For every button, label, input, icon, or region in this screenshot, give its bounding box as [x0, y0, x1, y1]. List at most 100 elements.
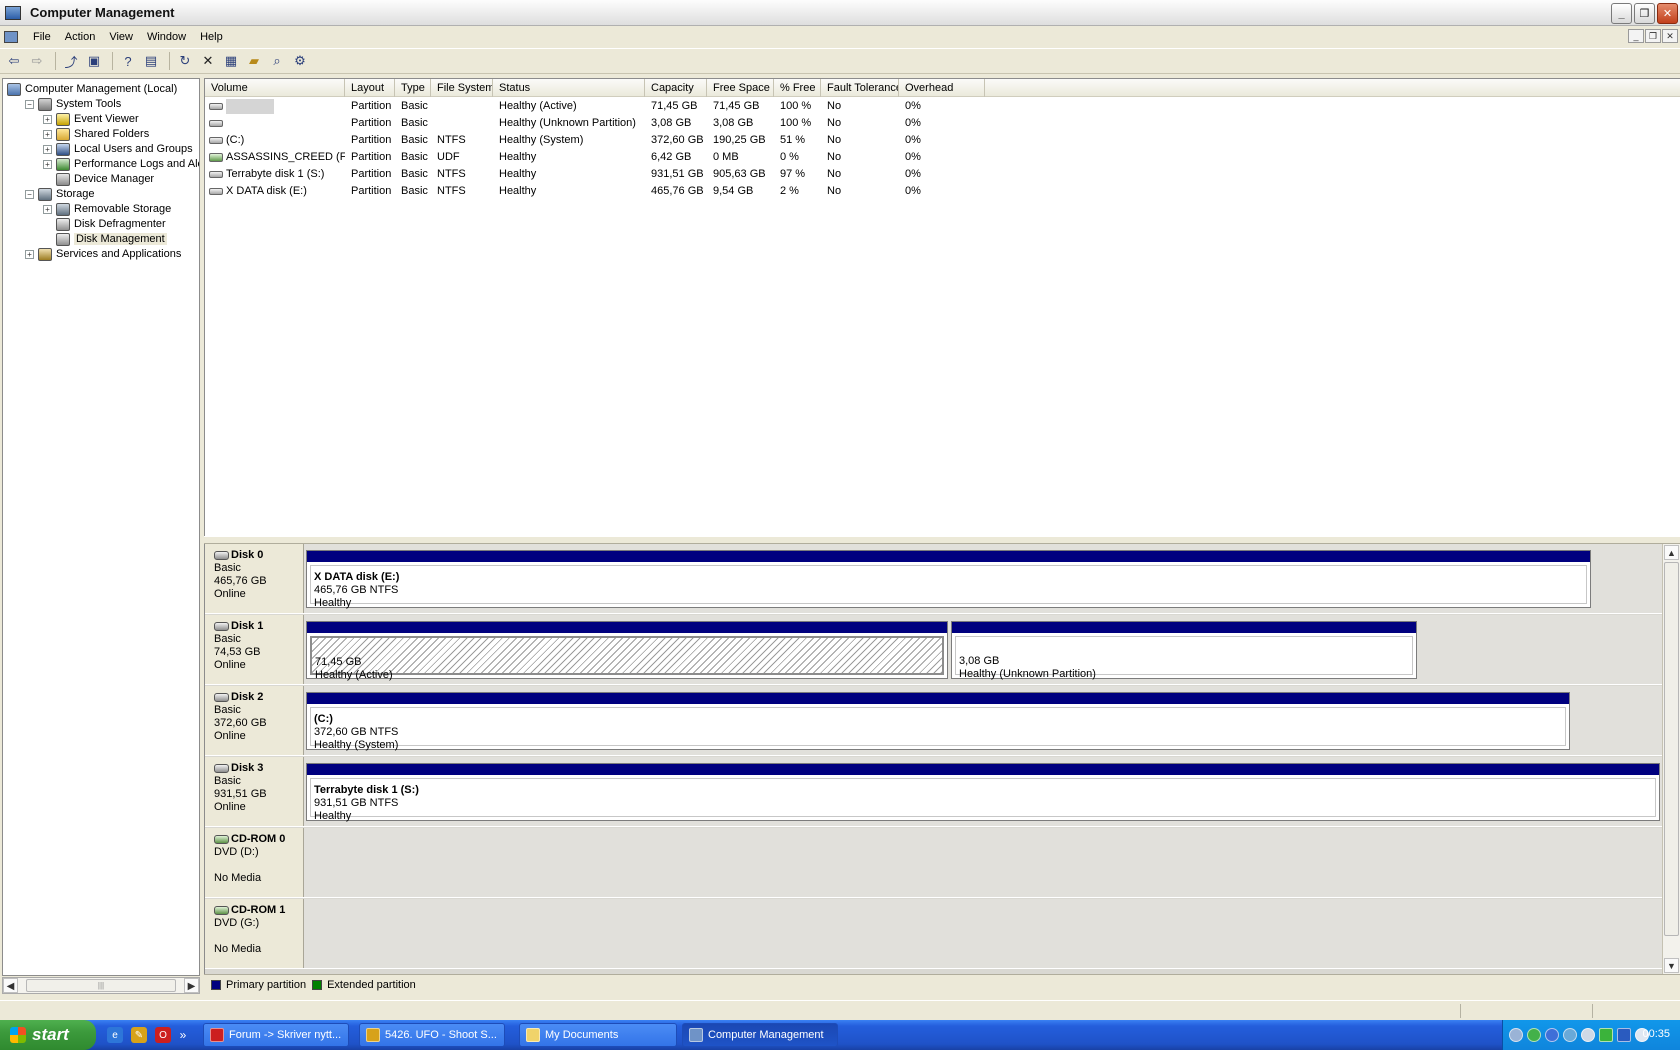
properties-icon[interactable]: ▤	[141, 51, 161, 71]
column-header-type[interactable]: Type	[395, 79, 431, 97]
menu-window[interactable]: Window	[140, 31, 193, 43]
column-header-capacity[interactable]: Capacity	[645, 79, 707, 97]
partition[interactable]: 71,45 GB Healthy (Active)	[306, 621, 948, 681]
scroll-left-icon[interactable]: ◀	[3, 978, 18, 993]
menu-action[interactable]: Action	[58, 31, 103, 43]
disk-info[interactable]: Disk 3 Basic 931,51 GB Online	[205, 757, 304, 826]
disk-info[interactable]: Disk 0 Basic 465,76 GB Online	[205, 544, 304, 613]
column-header-status[interactable]: Status	[493, 79, 645, 97]
taskbar-item-ufo[interactable]: 5426. UFO - Shoot S...	[359, 1023, 505, 1047]
tree-item-removable-storage[interactable]: + Removable Storage	[43, 201, 171, 217]
tree-expander-icon[interactable]: +	[43, 144, 52, 154]
start-button[interactable]: start	[0, 1020, 96, 1050]
tree-item-system-tools[interactable]: − System Tools	[25, 96, 121, 112]
tray-network-icon[interactable]	[1527, 1028, 1541, 1042]
tray-power-icon[interactable]	[1545, 1028, 1559, 1042]
scroll-thumb[interactable]	[1664, 562, 1679, 936]
tree-item-disk-management[interactable]: Disk Management	[43, 231, 167, 247]
table-row[interactable]: (C:) Partition Basic NTFS Healthy (System) 37…	[205, 132, 1680, 149]
mmc-icon[interactable]	[4, 31, 18, 43]
close-button[interactable]: ✕	[1657, 3, 1678, 24]
tree-item-services-and-applications[interactable]: + Services and Applications	[25, 246, 181, 262]
menu-help[interactable]: Help	[193, 31, 230, 43]
scroll-thumb[interactable]: |||	[26, 979, 176, 992]
mdi-close-button[interactable]: ✕	[1662, 29, 1678, 43]
menu-view[interactable]: View	[102, 31, 140, 43]
tree-expander-icon[interactable]: +	[43, 129, 52, 139]
ie-quicklaunch-icon[interactable]: e	[107, 1027, 123, 1043]
search-icon[interactable]: ⌕	[267, 51, 287, 71]
tree-item-computer-management-local[interactable]: Computer Management (Local)	[7, 81, 177, 97]
partition[interactable]: 3,08 GB Healthy (Unknown Partition)	[951, 621, 1417, 680]
table-row[interactable]: X DATA disk (E:) Partition Basic NTFS Health…	[205, 183, 1680, 200]
tray-sync-icon[interactable]	[1563, 1028, 1577, 1042]
tree-item-storage[interactable]: − Storage	[25, 186, 95, 202]
tray-status-icon[interactable]	[1599, 1028, 1613, 1042]
column-header-free-space[interactable]: Free Space	[707, 79, 774, 97]
table-row[interactable]: ASSASSINS_CREED (F:) Partition Basic UDF Hea…	[205, 149, 1680, 166]
tree-expander-icon[interactable]: −	[25, 99, 34, 109]
show-hide-tree-icon[interactable]: ▣	[84, 51, 104, 71]
scroll-up-icon[interactable]: ▲	[1664, 545, 1679, 560]
tree-expander-icon[interactable]: +	[43, 159, 52, 169]
restore-button[interactable]: ❐	[1634, 3, 1655, 24]
clock[interactable]: 00:35	[1642, 1028, 1670, 1040]
tree-expander-icon[interactable]: +	[43, 114, 52, 124]
table-row[interactable]: Partition Basic Healthy (Unknown Partition…	[205, 115, 1680, 132]
tree-item-device-manager[interactable]: Device Manager	[43, 171, 154, 187]
partition-name: (C:)	[314, 713, 333, 725]
column-header-overhead[interactable]: Overhead	[899, 79, 985, 97]
table-row[interactable]: Terrabyte disk 1 (S:) Partition Basic NTFS H…	[205, 166, 1680, 183]
tree-expander-icon[interactable]: −	[25, 189, 34, 199]
column-header-layout[interactable]: Layout	[345, 79, 395, 97]
tree-item-performance-logs-and-alerts[interactable]: + Performance Logs and Alerts	[43, 156, 199, 172]
opera-quicklaunch-icon[interactable]: O	[155, 1027, 171, 1043]
title-bar[interactable]: Computer Management _ ❐ ✕	[0, 0, 1680, 26]
disk-row-disk-2: Disk 2 Basic 372,60 GB Online (C:) 372,60 GB …	[205, 686, 1662, 756]
disk-info[interactable]: CD-ROM 1 DVD (G:) No Media	[205, 899, 304, 968]
tree-item-shared-folders[interactable]: + Shared Folders	[43, 126, 149, 142]
tray-display-icon[interactable]	[1617, 1028, 1631, 1042]
app-quicklaunch-icon[interactable]: ✎	[131, 1027, 147, 1043]
menu-file[interactable]: File	[26, 31, 58, 43]
column-header-fault-tolerance[interactable]: Fault Tolerance	[821, 79, 899, 97]
refresh-icon[interactable]: ↻	[175, 51, 195, 71]
column-header-free[interactable]: % Free	[774, 79, 821, 97]
quicklaunch-more-icon[interactable]: »	[178, 1027, 188, 1043]
taskbar-item-my-documents[interactable]: My Documents	[519, 1023, 677, 1047]
minimize-button[interactable]: _	[1611, 3, 1632, 24]
disk-info[interactable]: Disk 1 Basic 74,53 GB Online	[205, 615, 304, 684]
open-folder-icon[interactable]: ▰	[244, 51, 264, 71]
disk-info[interactable]: CD-ROM 0 DVD (D:) No Media	[205, 828, 304, 897]
settings-icon[interactable]: ⚙	[290, 51, 310, 71]
mdi-restore-button[interactable]: ❐	[1645, 29, 1661, 43]
back-arrow-icon[interactable]: ⇦	[4, 51, 24, 71]
partition[interactable]: Terrabyte disk 1 (S:) 931,51 GB NTFS Healt…	[306, 763, 1660, 822]
tree-item-disk-defragmenter[interactable]: Disk Defragmenter	[43, 216, 166, 232]
taskbar-item-forum[interactable]: Forum -> Skriver nytt...	[203, 1023, 349, 1047]
partition[interactable]: (C:) 372,60 GB NTFS Healthy (System)	[306, 692, 1570, 751]
column-header-volume[interactable]: Volume	[205, 79, 345, 97]
scroll-right-icon[interactable]: ▶	[184, 978, 199, 993]
help-icon[interactable]: ?	[118, 51, 138, 71]
delete-icon[interactable]: ✕	[198, 51, 218, 71]
table-row[interactable]: Partition Basic Healthy (Active) 71,45 GB 71…	[205, 98, 1680, 115]
tree-item-local-users-and-groups[interactable]: + Local Users and Groups	[43, 141, 193, 157]
up-level-icon[interactable]: ⤴	[61, 51, 81, 71]
properties-sheet-icon[interactable]: ▦	[221, 51, 241, 71]
tree-expander-icon[interactable]: +	[43, 204, 52, 214]
taskbar-item-computer-management[interactable]: Computer Management	[682, 1023, 838, 1047]
tree-expander-icon[interactable]: +	[25, 249, 34, 259]
scroll-down-icon[interactable]: ▼	[1664, 958, 1679, 973]
disk-view-vertical-scrollbar[interactable]: ▲ ▼	[1662, 544, 1680, 974]
disk-info[interactable]: Disk 2 Basic 372,60 GB Online	[205, 686, 304, 755]
tree-item-event-viewer[interactable]: + Event Viewer	[43, 111, 139, 127]
tray-arrow-icon[interactable]	[1509, 1028, 1523, 1042]
tray-monitor-icon[interactable]	[1581, 1028, 1595, 1042]
partition[interactable]: X DATA disk (E:) 465,76 GB NTFS Healthy	[306, 550, 1591, 609]
forward-arrow-icon[interactable]: ⇨	[27, 51, 47, 71]
pane-splitter[interactable]	[204, 536, 1680, 544]
tree-horizontal-scrollbar[interactable]: ◀ ||| ▶	[2, 977, 200, 994]
column-header-file-system[interactable]: File System	[431, 79, 493, 97]
mdi-minimize-button[interactable]: _	[1628, 29, 1644, 43]
